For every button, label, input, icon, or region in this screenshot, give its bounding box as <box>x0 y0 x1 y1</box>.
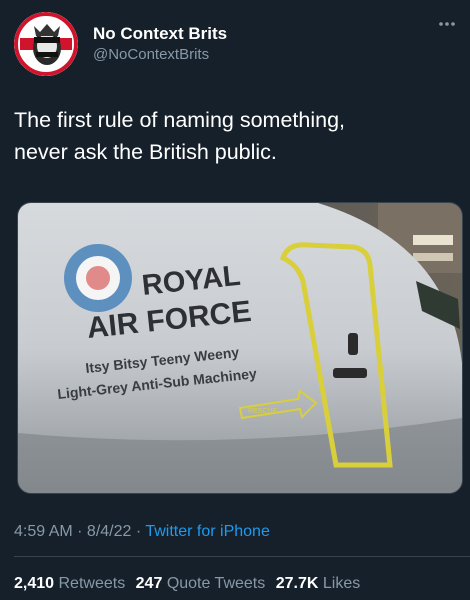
retweets-count: 2,410 <box>14 575 55 592</box>
retweets-label: Retweets <box>58 575 126 592</box>
likes-stat[interactable]: 27.7K Likes <box>276 575 361 592</box>
divider <box>14 556 470 557</box>
likes-count: 27.7K <box>275 575 319 592</box>
tweet-source-link[interactable]: Twitter for iPhone <box>145 523 270 540</box>
tweet-time[interactable]: 4:59 AM <box>14 523 73 540</box>
separator: · <box>131 523 146 540</box>
quotes-label: Quote Tweets <box>166 575 266 592</box>
separator: · <box>72 523 87 540</box>
tweet-text: The first rule of naming something, neve… <box>14 108 346 164</box>
avatar[interactable] <box>14 12 78 76</box>
quote-tweets-stat[interactable]: 247 Quote Tweets <box>136 575 266 592</box>
tweet-media-image[interactable]: RESCUE ROYAL AIR FORCE Itsy Bitsy Teeny … <box>17 202 463 494</box>
quotes-count: 247 <box>135 575 163 592</box>
tweet: No Context Brits @NoContextBrits The fir… <box>0 0 470 600</box>
retweets-stat[interactable]: 2,410 Retweets <box>14 575 125 592</box>
tweet-date[interactable]: 8/4/22 <box>87 523 131 540</box>
author-handle[interactable]: @NoContextBrits <box>93 46 209 63</box>
likes-label: Likes <box>322 575 361 592</box>
punk-queen-avatar-icon <box>14 12 78 76</box>
more-options-icon[interactable] <box>438 20 456 28</box>
tweet-meta: 4:59 AM · 8/4/22 · Twitter for iPhone <box>14 523 270 541</box>
author-display-name[interactable]: No Context Brits <box>93 24 227 44</box>
rescue-label: RESCUE <box>248 408 278 415</box>
engagement-stats: 2,410 Retweets 247 Quote Tweets 27.7K Li… <box>14 575 366 593</box>
